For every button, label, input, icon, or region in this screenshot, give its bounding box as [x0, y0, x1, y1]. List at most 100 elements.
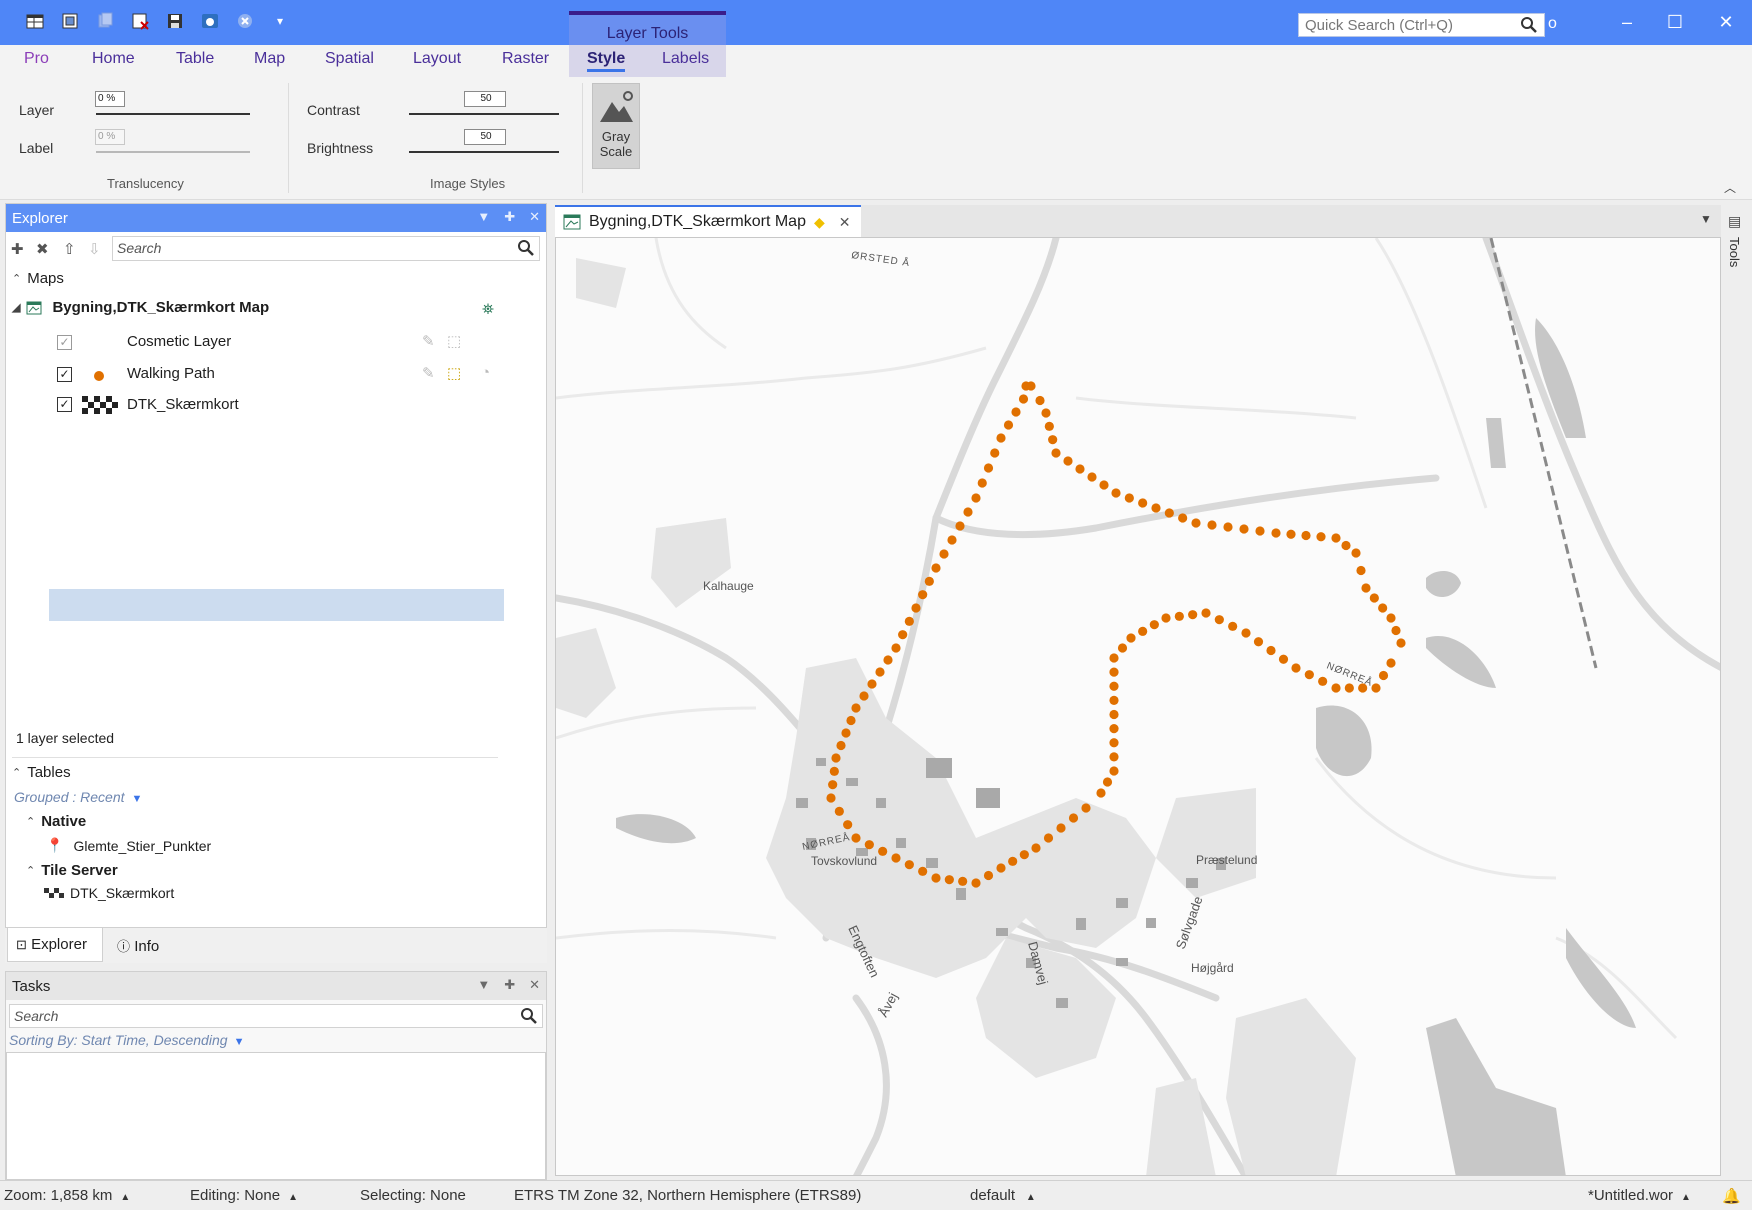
walking-path-point[interactable]: [826, 793, 836, 803]
remove-icon[interactable]: ✖: [36, 240, 49, 258]
tab-list-dropdown-icon[interactable]: ▼: [1700, 212, 1712, 226]
close-window-button[interactable]: ✕: [1714, 12, 1738, 33]
up-caret-icon[interactable]: ▲: [1023, 1192, 1036, 1203]
walking-path-point[interactable]: [1008, 856, 1018, 866]
walking-path-point[interactable]: [958, 876, 968, 886]
grayscale-button[interactable]: Gray Scale: [592, 83, 640, 169]
walking-path-point[interactable]: [1087, 472, 1097, 482]
copy-icon[interactable]: [94, 10, 116, 32]
walking-path-point[interactable]: [1331, 533, 1341, 543]
native-group-header[interactable]: ⌃ Native: [26, 813, 86, 830]
tab-style[interactable]: Style: [587, 50, 626, 72]
walking-path-point[interactable]: [867, 679, 877, 689]
walking-path-point[interactable]: [918, 590, 928, 600]
tile-table-item[interactable]: DTK_Skærmkort: [44, 885, 174, 901]
layer-style-icon[interactable]: ◔: [481, 364, 490, 381]
walking-path-point[interactable]: [1051, 448, 1061, 458]
walking-path-point[interactable]: [1109, 738, 1119, 748]
walking-path-point[interactable]: [1138, 498, 1148, 508]
brightness-value[interactable]: 50: [464, 129, 506, 145]
walking-path-point[interactable]: [1358, 683, 1368, 693]
walking-path-point[interactable]: [939, 549, 949, 559]
walking-path-point[interactable]: [1138, 626, 1148, 636]
projection-status[interactable]: ETRS TM Zone 32, Northern Hemisphere (ET…: [514, 1187, 861, 1204]
walking-path-point[interactable]: [1096, 788, 1106, 798]
walking-path-point[interactable]: [924, 576, 934, 586]
walking-path-point[interactable]: [898, 630, 908, 640]
move-up-icon[interactable]: ⇧: [63, 240, 76, 258]
walking-path-point[interactable]: [1102, 777, 1113, 787]
new-table-icon[interactable]: [24, 10, 46, 32]
tools-icon[interactable]: ▤: [1728, 213, 1741, 230]
walking-path-point[interactable]: [891, 643, 901, 653]
selectable-icon[interactable]: ⬚: [447, 332, 461, 350]
walking-path-point[interactable]: [1003, 420, 1014, 430]
walking-path-checkbox[interactable]: ✓: [57, 367, 72, 382]
minimize-button[interactable]: –: [1615, 12, 1639, 33]
maximize-button[interactable]: ☐: [1663, 12, 1687, 33]
walking-path-point[interactable]: [1369, 593, 1379, 603]
walking-path-point[interactable]: [1304, 670, 1314, 680]
notification-bell-icon[interactable]: 🔔: [1722, 1187, 1741, 1205]
cancel-icon[interactable]: [234, 10, 256, 32]
walking-path-point[interactable]: [1241, 628, 1251, 638]
tab-layout[interactable]: Layout: [413, 50, 461, 68]
walking-path-point[interactable]: [1109, 667, 1119, 677]
native-table-item[interactable]: 📍 Glemte_Stier_Punkter: [46, 837, 211, 854]
walking-path-point[interactable]: [1111, 488, 1121, 498]
walking-path-point[interactable]: [1361, 583, 1371, 593]
walking-path-point[interactable]: [836, 740, 846, 751]
label-translucency-slider[interactable]: [96, 151, 250, 153]
walking-path-point[interactable]: [1063, 456, 1073, 466]
walking-path-point[interactable]: [875, 667, 885, 677]
walking-path-point[interactable]: [955, 521, 965, 531]
dropdown-caret-icon[interactable]: ▼: [128, 793, 142, 805]
walking-path-point[interactable]: [1266, 645, 1276, 656]
walking-path-point[interactable]: [1214, 615, 1224, 625]
walking-path-point[interactable]: [1286, 529, 1296, 539]
walking-path-point[interactable]: [1386, 658, 1396, 668]
walking-path-point[interactable]: [1301, 530, 1311, 541]
walking-path-point[interactable]: [878, 846, 888, 856]
tables-section-header[interactable]: ⌃ Tables: [12, 764, 71, 781]
walking-path-point[interactable]: [1316, 532, 1326, 542]
tab-spatial[interactable]: Spatial: [325, 50, 374, 68]
walking-path-point[interactable]: [1164, 508, 1174, 518]
walking-path-point[interactable]: [944, 875, 954, 885]
walking-path-point[interactable]: [931, 563, 941, 573]
run-program-icon[interactable]: [199, 10, 221, 32]
walking-path-point[interactable]: [1109, 653, 1119, 663]
grouped-recent-dropdown[interactable]: Grouped : Recent ▼: [14, 789, 142, 805]
walking-path-point[interactable]: [1271, 528, 1281, 538]
search-icon[interactable]: [520, 1007, 538, 1028]
walking-path-point[interactable]: [1109, 681, 1119, 691]
tab-raster[interactable]: Raster: [502, 50, 549, 68]
save-icon[interactable]: [164, 10, 186, 32]
walking-path-point[interactable]: [931, 873, 941, 883]
customize-qat-icon[interactable]: ▾: [269, 10, 291, 32]
walking-path-point[interactable]: [1081, 803, 1091, 813]
walking-path-point[interactable]: [1391, 625, 1401, 636]
zoom-status[interactable]: Zoom: 1,858 km ▲: [4, 1187, 130, 1204]
walking-path-point[interactable]: [1223, 522, 1233, 532]
walking-path-point[interactable]: [1396, 638, 1406, 648]
walking-path-point[interactable]: [1331, 683, 1341, 693]
walking-path-point[interactable]: [1018, 394, 1029, 404]
dtk-layer-name[interactable]: DTK_Skærmkort: [127, 396, 239, 413]
walking-path-point[interactable]: [1174, 611, 1184, 621]
walking-path-point[interactable]: [996, 433, 1006, 443]
walking-path-point[interactable]: [1126, 633, 1136, 643]
walking-path-point[interactable]: [1043, 833, 1054, 843]
contrast-slider[interactable]: [409, 113, 559, 115]
walking-path-point[interactable]: [1253, 637, 1264, 647]
walking-path-point[interactable]: [831, 753, 841, 763]
walking-path-point[interactable]: [971, 493, 981, 503]
tile-server-group-header[interactable]: ⌃ Tile Server: [26, 862, 118, 879]
selectable-icon[interactable]: ⬚: [447, 364, 461, 382]
move-down-icon[interactable]: ⇩: [88, 240, 101, 258]
walking-path-point[interactable]: [1031, 843, 1041, 853]
walking-path-point[interactable]: [1341, 540, 1351, 551]
contrast-value[interactable]: 50: [464, 91, 506, 107]
quick-search-input[interactable]: Quick Search (Ctrl+Q): [1298, 13, 1545, 37]
walking-path-point[interactable]: [963, 507, 973, 517]
